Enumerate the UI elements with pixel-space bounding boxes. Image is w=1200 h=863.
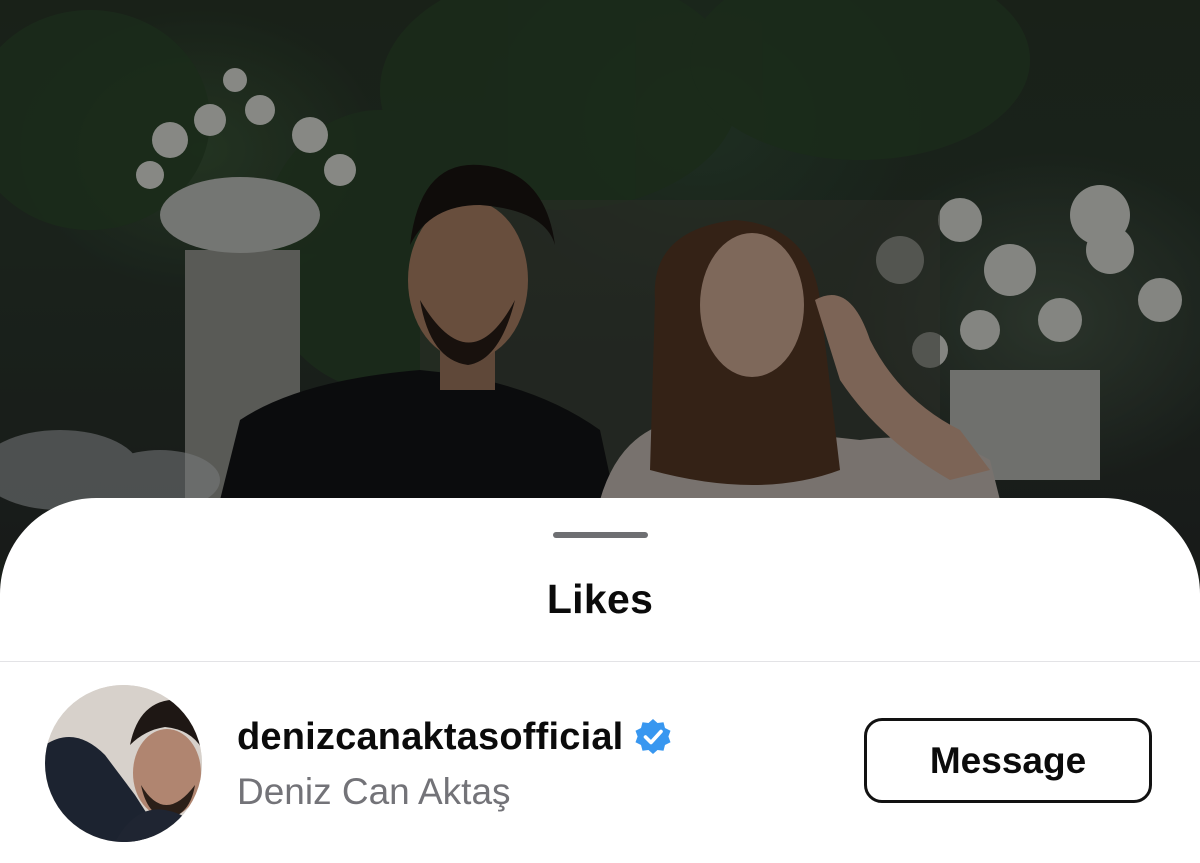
like-list-item[interactable]: denizcanaktasofficial Deniz Can Aktaş Me… bbox=[0, 662, 1200, 862]
avatar[interactable] bbox=[45, 685, 202, 842]
username-line[interactable]: denizcanaktasofficial bbox=[237, 714, 673, 760]
likes-sheet: Likes denizcanaktasofficial Deniz Can Ak… bbox=[0, 498, 1200, 863]
profile-photo-icon bbox=[45, 685, 202, 842]
message-button[interactable]: Message bbox=[864, 718, 1152, 803]
sheet-grabber-handle[interactable] bbox=[553, 532, 648, 538]
likes-screen: Likes denizcanaktasofficial Deniz Can Ak… bbox=[0, 0, 1200, 863]
username[interactable]: denizcanaktasofficial bbox=[237, 716, 623, 759]
verified-badge-icon bbox=[633, 717, 673, 757]
full-name: Deniz Can Aktaş bbox=[237, 771, 511, 812]
modal-scrim[interactable] bbox=[0, 0, 1200, 560]
sheet-title: Likes bbox=[546, 576, 654, 622]
